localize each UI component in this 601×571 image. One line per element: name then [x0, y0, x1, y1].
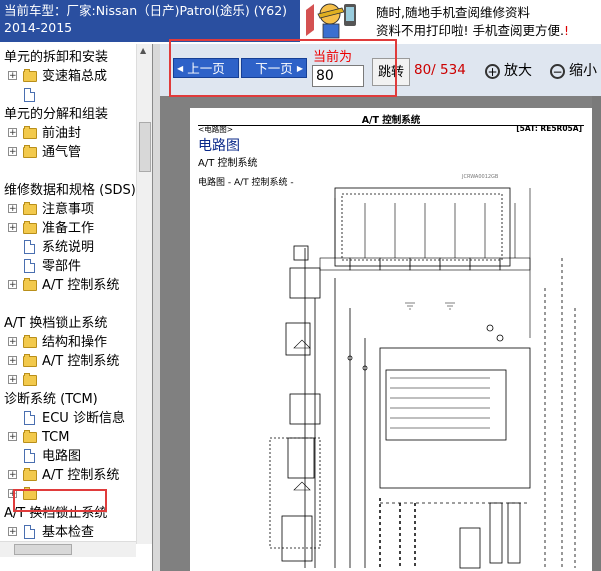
tree-item-label: 系统说明 [42, 240, 95, 255]
document-icon [24, 449, 35, 463]
document-icon [24, 240, 35, 254]
folder-icon [23, 430, 37, 443]
zoom-in-button[interactable]: + 放大 [485, 58, 532, 84]
scroll-thumb[interactable] [14, 544, 72, 555]
expand-plus-icon[interactable]: + [8, 470, 17, 480]
pane-splitter[interactable] [153, 44, 160, 571]
expand-plus-icon[interactable]: + [8, 356, 17, 366]
expand-plus-icon[interactable]: + [8, 204, 17, 214]
tree-item-label: 通气管 [42, 145, 82, 160]
tree-item-label: A/T 控制系统 [42, 354, 120, 369]
vehicle-info-bar: 当前车型：厂家:Nissan（日产)Patrol(途乐) (Y62) 2014-… [0, 0, 300, 42]
folder-icon [23, 373, 37, 386]
viewer-toolbar: ◀ 上一页 下一页 ▶ 当前为 跳转 80/ 534 +放大 −缩小 [160, 39, 601, 97]
vehicle-model-text: 当前车型：厂家:Nissan（日产)Patrol(途乐) (Y62) [4, 3, 288, 18]
tree-item-label: A/T 控制系统 [42, 278, 120, 293]
folder-icon [23, 145, 37, 158]
folder-icon [23, 126, 37, 139]
zoom-out-icon: − [550, 63, 565, 79]
page-count-text: 80/ 534 [414, 62, 466, 78]
folder-icon [23, 202, 37, 215]
zoom-in-icon: + [485, 63, 500, 79]
mobile-ad-banner: 随时,随地手机查阅维修资料 资料不用打印啦! 手机查阅更方便.! [300, 0, 601, 42]
folder-icon [23, 278, 37, 291]
folder-icon [23, 335, 37, 348]
expand-plus-icon[interactable]: + [8, 128, 17, 138]
sidebar-horizontal-scrollbar[interactable] [0, 541, 136, 557]
sidebar-vertical-scrollbar[interactable]: ▲ [136, 44, 152, 544]
tree-item-label: 零部件 [42, 259, 82, 274]
scroll-thumb[interactable] [139, 122, 151, 172]
expand-plus-icon[interactable]: + [8, 223, 17, 233]
tree-item-label: 注意事项 [42, 202, 95, 217]
vehicle-years-text: 2014-2015 [4, 20, 73, 35]
expand-plus-icon[interactable]: + [8, 375, 17, 385]
banner-line-1: 随时,随地手机查阅维修资料 [376, 5, 530, 20]
tree-item-label: 结构和操作 [42, 335, 108, 350]
document-page: A/T 控制系统 <电路图> [5AT: RE5R05A] 电路图 A/T 控制… [190, 108, 592, 571]
toolbar-highlight [169, 39, 397, 97]
tree-item-label: 单元的分解和组装 [4, 107, 109, 122]
document-icon [24, 411, 35, 425]
document-viewer: ◀ 上一页 下一页 ▶ 当前为 跳转 80/ 534 +放大 −缩小 A/T 控… [160, 39, 601, 571]
tree-item-label: A/T 控制系统 [42, 468, 120, 483]
tree-item-label: 诊断系统 (TCM) [4, 392, 98, 407]
tree-item-label: 电路图 [42, 449, 82, 464]
tree-item-label: 基本检查 [42, 525, 95, 540]
tree-item-label: 前油封 [42, 126, 82, 141]
selected-item-highlight [13, 489, 107, 512]
zoom-in-label: 放大 [504, 63, 532, 79]
sidebar-tree[interactable]: 单元的拆卸和安装 + 变速箱总成 单元的分解和组装 + 前油封 + 通气管 维修… [0, 44, 153, 571]
folder-icon [23, 221, 37, 234]
expand-plus-icon[interactable]: + [8, 337, 17, 347]
document-icon [24, 259, 35, 273]
tree-item-label: 准备工作 [42, 221, 95, 236]
viewer-vertical-scrollbar[interactable] [592, 96, 601, 571]
folder-icon [23, 69, 37, 82]
mascot-icon [304, 0, 362, 42]
banner-exclamation: ! [563, 23, 569, 38]
zoom-out-button[interactable]: − 缩小 [550, 58, 597, 84]
tree-item-label: ECU 诊断信息 [42, 411, 125, 426]
expand-plus-icon[interactable]: + [8, 71, 17, 81]
expand-plus-icon[interactable]: + [8, 280, 17, 290]
scroll-up-arrow-icon[interactable]: ▲ [140, 46, 146, 55]
tree-item-label: 变速箱总成 [42, 69, 108, 84]
expand-plus-icon[interactable]: + [8, 527, 17, 537]
tree-item-label: 单元的拆卸和安装 [4, 50, 109, 65]
expand-plus-icon[interactable]: + [8, 432, 17, 442]
wiring-diagram [269, 187, 576, 569]
zoom-out-label: 缩小 [569, 63, 597, 79]
folder-icon [23, 354, 37, 367]
expand-plus-icon[interactable]: + [8, 147, 17, 157]
banner-line-2-text: 资料不用打印啦! 手机查阅更方便. [376, 23, 564, 38]
document-icon [24, 88, 35, 102]
banner-line-2: 资料不用打印啦! 手机查阅更方便.! [376, 20, 569, 39]
document-icon [24, 525, 35, 539]
tree-item-label: 维修数据和规格 (SDS) [4, 183, 136, 198]
folder-icon [23, 468, 37, 481]
tree-item-label: TCM [42, 430, 70, 445]
tree-item-label: A/T 换档锁止系统 [4, 316, 108, 331]
